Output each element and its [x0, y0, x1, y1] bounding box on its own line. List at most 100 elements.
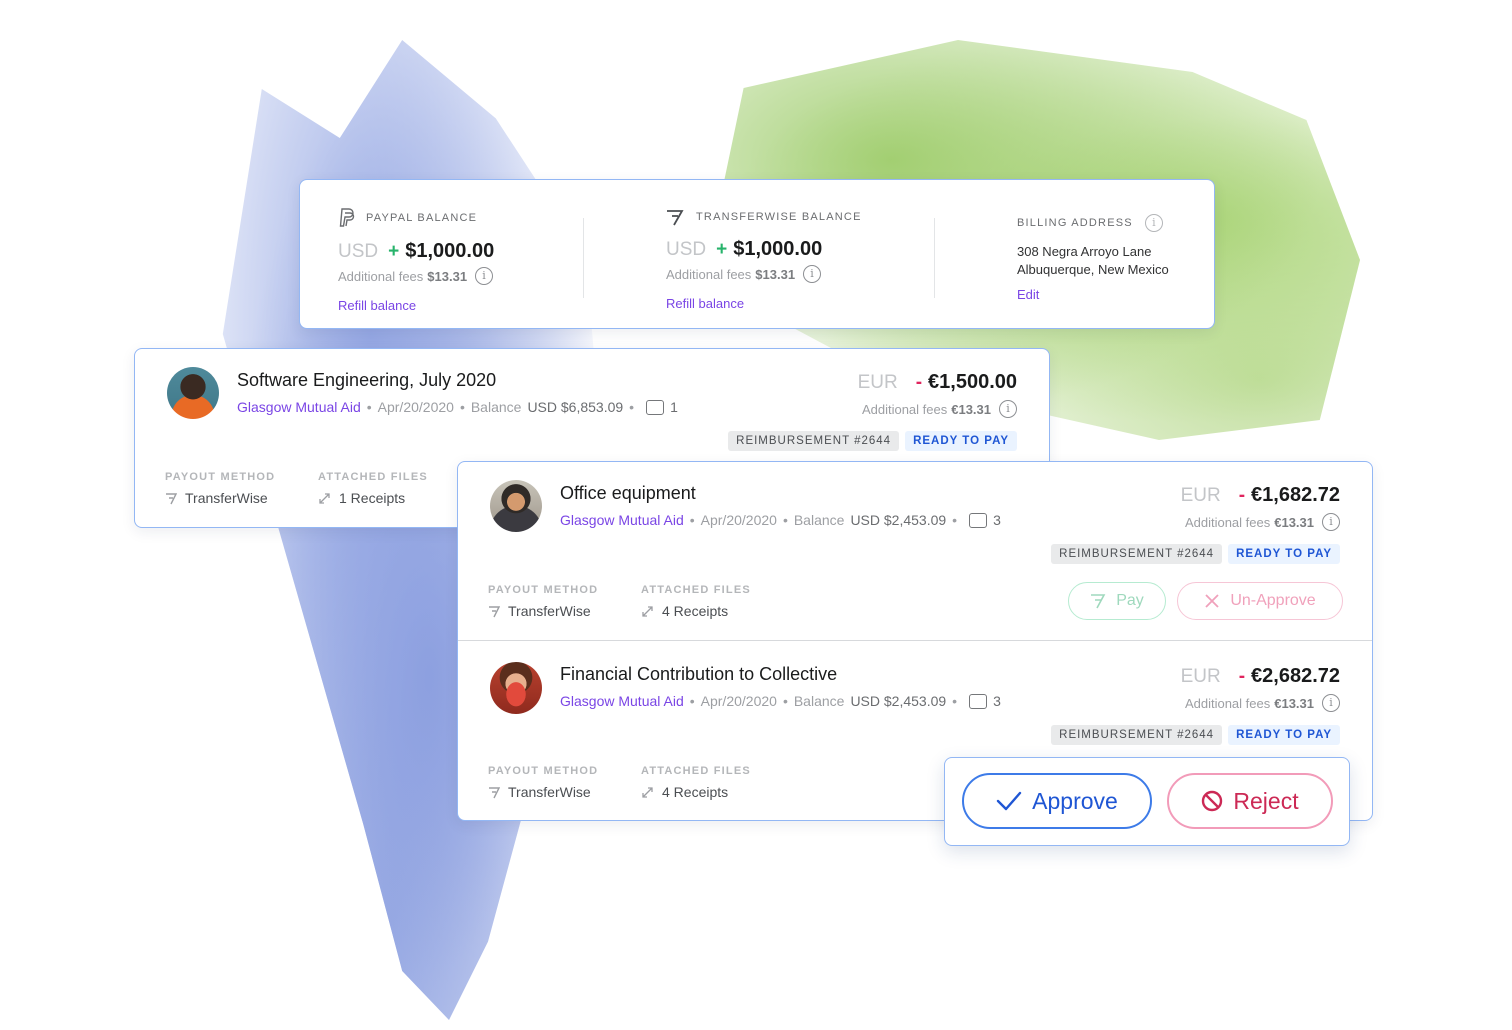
info-icon[interactable]: i: [1322, 513, 1340, 531]
paypal-refill-link[interactable]: Refill balance: [338, 298, 494, 313]
reject-label: Reject: [1233, 787, 1299, 814]
transferwise-amount: $1,000.00: [733, 238, 823, 260]
separator: •: [689, 693, 695, 709]
transferwise-sign: +: [716, 239, 728, 260]
status-badge: READY TO PAY: [905, 431, 1017, 451]
billing-address-line1: 308 Negra Arroyo Lane: [1017, 244, 1152, 259]
info-icon[interactable]: i: [999, 400, 1017, 418]
billing-edit-link[interactable]: Edit: [1017, 287, 1169, 302]
approve-label: Approve: [1032, 787, 1118, 814]
transferwise-icon: [489, 786, 500, 798]
transferwise-fees-value: $13.31: [755, 266, 796, 282]
info-icon[interactable]: i: [1322, 694, 1340, 712]
expense-title[interactable]: Software Engineering, July 2020: [237, 370, 496, 391]
expense-amount: €2,682.72: [1251, 665, 1340, 687]
separator: •: [952, 512, 958, 528]
ban-icon: [1202, 790, 1223, 812]
separator: •: [366, 399, 372, 415]
fees-value: €13.31: [951, 401, 991, 417]
paypal-balance-section: PAYPAL BALANCE USD + $1,000.00 Additiona…: [338, 208, 494, 313]
avatar: [490, 480, 542, 532]
collective-link[interactable]: Glasgow Mutual Aid: [560, 512, 684, 528]
balance-value: USD $2,453.09: [850, 512, 947, 528]
paypal-amount: $1,000.00: [405, 240, 495, 262]
expense-card: Office equipment Glasgow Mutual Aid • Ap…: [458, 462, 1372, 641]
separator: •: [689, 512, 695, 528]
reject-button[interactable]: Reject: [1167, 773, 1333, 829]
unapprove-label: Un-Approve: [1230, 592, 1316, 609]
balance-value: USD $2,453.09: [850, 693, 947, 709]
payout-method-value: TransferWise: [508, 603, 591, 619]
separator: •: [782, 512, 788, 528]
fees-label: Additional fees: [861, 401, 948, 417]
balance-label: Balance: [470, 399, 522, 415]
attached-files-link[interactable]: 4 Receipts: [662, 784, 728, 800]
expense-currency: EUR: [1180, 666, 1221, 687]
info-icon[interactable]: i: [1144, 214, 1163, 232]
paypal-fees-label: Additional fees: [338, 268, 424, 284]
expense-amount: €1,682.72: [1251, 484, 1340, 506]
pay-button[interactable]: Pay: [1068, 582, 1166, 620]
payout-method-label: PAYOUT METHOD: [488, 584, 599, 596]
expense-title[interactable]: Financial Contribution to Collective: [560, 664, 837, 685]
separator: •: [629, 399, 635, 415]
attached-files-label: ATTACHED FILES: [318, 471, 428, 483]
billing-address-section: BILLING ADDRESS i 308 Negra Arroyo Lane …: [1017, 214, 1169, 302]
approval-actions-panel: Approve Reject: [944, 757, 1350, 846]
balance-label: Balance: [793, 512, 845, 528]
expense-date: Apr/20/2020: [700, 512, 777, 528]
approve-button[interactable]: Approve: [962, 773, 1152, 829]
collective-link[interactable]: Glasgow Mutual Aid: [237, 399, 361, 415]
transferwise-icon: [1091, 593, 1106, 608]
pay-label: Pay: [1116, 592, 1144, 609]
expense-date: Apr/20/2020: [700, 693, 777, 709]
expense-sign: -: [915, 372, 923, 393]
fees-value: €13.31: [1274, 514, 1314, 530]
unapprove-button[interactable]: Un-Approve: [1177, 582, 1343, 620]
collective-link[interactable]: Glasgow Mutual Aid: [560, 693, 684, 709]
paypal-icon: [339, 208, 355, 227]
transferwise-balance-label: TRANSFERWISE BALANCE: [696, 211, 862, 223]
transferwise-icon: [489, 605, 500, 617]
fees-label: Additional fees: [1184, 695, 1271, 711]
attached-files-link[interactable]: 1 Receipts: [339, 490, 405, 506]
paypal-fees-value: $13.31: [427, 268, 468, 284]
transferwise-icon: [166, 492, 177, 504]
paypal-sign: +: [388, 241, 400, 262]
billing-address-label: BILLING ADDRESS: [1017, 217, 1133, 229]
attachment-icon: [642, 605, 653, 617]
divider: [583, 218, 584, 298]
comment-icon[interactable]: [969, 693, 988, 709]
separator: •: [459, 399, 465, 415]
balance-value: USD $6,853.09: [527, 399, 624, 415]
fees-value: €13.31: [1274, 695, 1314, 711]
payout-method-label: PAYOUT METHOD: [488, 765, 599, 777]
check-icon: [996, 791, 1022, 811]
attached-files-label: ATTACHED FILES: [641, 584, 751, 596]
separator: •: [782, 693, 788, 709]
info-icon[interactable]: i: [803, 265, 822, 283]
fees-label: Additional fees: [1184, 514, 1271, 530]
reimbursement-tag: REIMBURSEMENT #2644: [1051, 544, 1223, 564]
comment-count: 3: [993, 512, 1001, 528]
transferwise-refill-link[interactable]: Refill balance: [666, 296, 862, 311]
paypal-balance-label: PAYPAL BALANCE: [366, 212, 478, 224]
payout-method-value: TransferWise: [185, 490, 268, 506]
info-icon[interactable]: i: [475, 267, 494, 285]
comment-icon[interactable]: [969, 512, 988, 528]
status-badge: READY TO PAY: [1228, 544, 1340, 564]
divider: [934, 218, 935, 298]
status-badge: READY TO PAY: [1228, 725, 1340, 745]
attachment-icon: [642, 786, 653, 798]
comment-count: 3: [993, 693, 1001, 709]
attachment-icon: [319, 492, 330, 504]
comment-icon[interactable]: [646, 399, 665, 415]
transferwise-currency: USD: [666, 239, 707, 260]
balance-label: Balance: [793, 693, 845, 709]
reimbursement-tag: REIMBURSEMENT #2644: [728, 431, 900, 451]
comment-count: 1: [670, 399, 678, 415]
separator: •: [952, 693, 958, 709]
expense-title[interactable]: Office equipment: [560, 483, 696, 504]
attached-files-link[interactable]: 4 Receipts: [662, 603, 728, 619]
expense-currency: EUR: [1180, 485, 1221, 506]
